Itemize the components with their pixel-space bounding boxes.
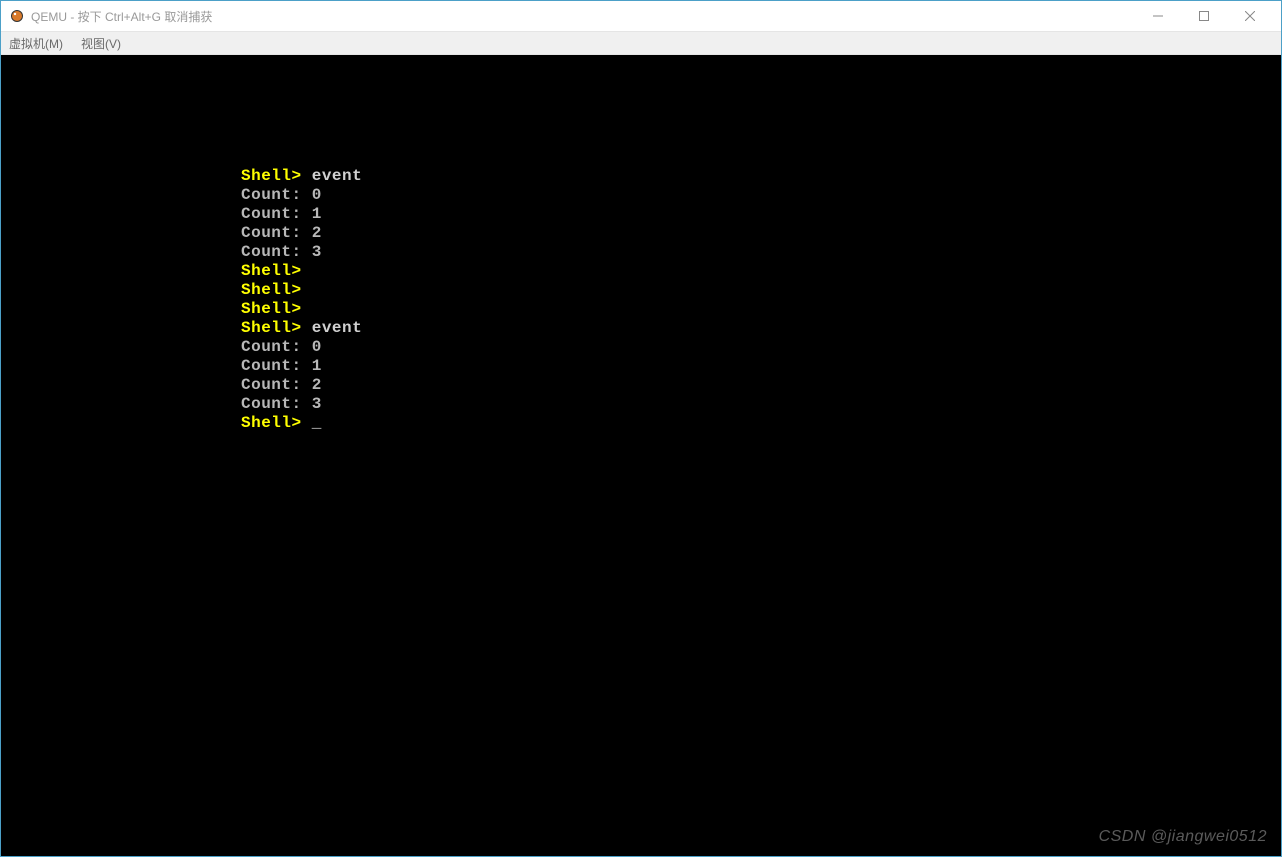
terminal-output: Count: 3	[241, 395, 322, 413]
terminal-output: Count: 2	[241, 376, 322, 394]
terminal-line: Shell> event	[241, 167, 1281, 186]
window-controls	[1135, 1, 1273, 31]
titlebar: QEMU - 按下 Ctrl+Alt+G 取消捕获	[1, 1, 1281, 31]
qemu-icon	[9, 8, 25, 24]
terminal-command	[302, 281, 312, 299]
terminal-output: Count: 1	[241, 205, 322, 223]
terminal[interactable]: Shell> eventCount: 0Count: 1Count: 2Coun…	[1, 55, 1281, 856]
close-button[interactable]	[1227, 1, 1273, 31]
watermark: CSDN @jiangwei0512	[1099, 827, 1267, 846]
shell-prompt: Shell>	[241, 262, 302, 280]
terminal-output: Count: 3	[241, 243, 322, 261]
terminal-line: Shell>	[241, 262, 1281, 281]
menu-item-view[interactable]: 视图(V)	[81, 35, 121, 52]
terminal-line: Count: 1	[241, 357, 1281, 376]
minimize-button[interactable]	[1135, 1, 1181, 31]
terminal-output: Count: 0	[241, 186, 322, 204]
shell-prompt: Shell>	[241, 167, 302, 185]
terminal-line: Shell> _	[241, 414, 1281, 433]
shell-prompt: Shell>	[241, 281, 302, 299]
window-title: QEMU - 按下 Ctrl+Alt+G 取消捕获	[31, 8, 212, 25]
menu-item-machine[interactable]: 虚拟机(M)	[9, 35, 63, 52]
terminal-output: Count: 2	[241, 224, 322, 242]
terminal-output: Count: 0	[241, 338, 322, 356]
terminal-line: Count: 3	[241, 395, 1281, 414]
terminal-command	[302, 300, 312, 318]
terminal-line: Count: 0	[241, 338, 1281, 357]
maximize-button[interactable]	[1181, 1, 1227, 31]
terminal-command: event	[302, 167, 363, 185]
terminal-line: Count: 2	[241, 376, 1281, 395]
terminal-line: Shell>	[241, 281, 1281, 300]
shell-prompt: Shell>	[241, 414, 302, 432]
shell-prompt: Shell>	[241, 319, 302, 337]
terminal-command: event	[302, 319, 363, 337]
terminal-output: Count: 1	[241, 357, 322, 375]
terminal-cursor: _	[302, 414, 322, 432]
shell-prompt: Shell>	[241, 300, 302, 318]
terminal-line: Count: 1	[241, 205, 1281, 224]
terminal-line: Count: 3	[241, 243, 1281, 262]
terminal-line: Shell>	[241, 300, 1281, 319]
menubar: 虚拟机(M) 视图(V)	[1, 31, 1281, 55]
terminal-line: Count: 2	[241, 224, 1281, 243]
terminal-line: Shell> event	[241, 319, 1281, 338]
terminal-command	[302, 262, 312, 280]
terminal-line: Count: 0	[241, 186, 1281, 205]
